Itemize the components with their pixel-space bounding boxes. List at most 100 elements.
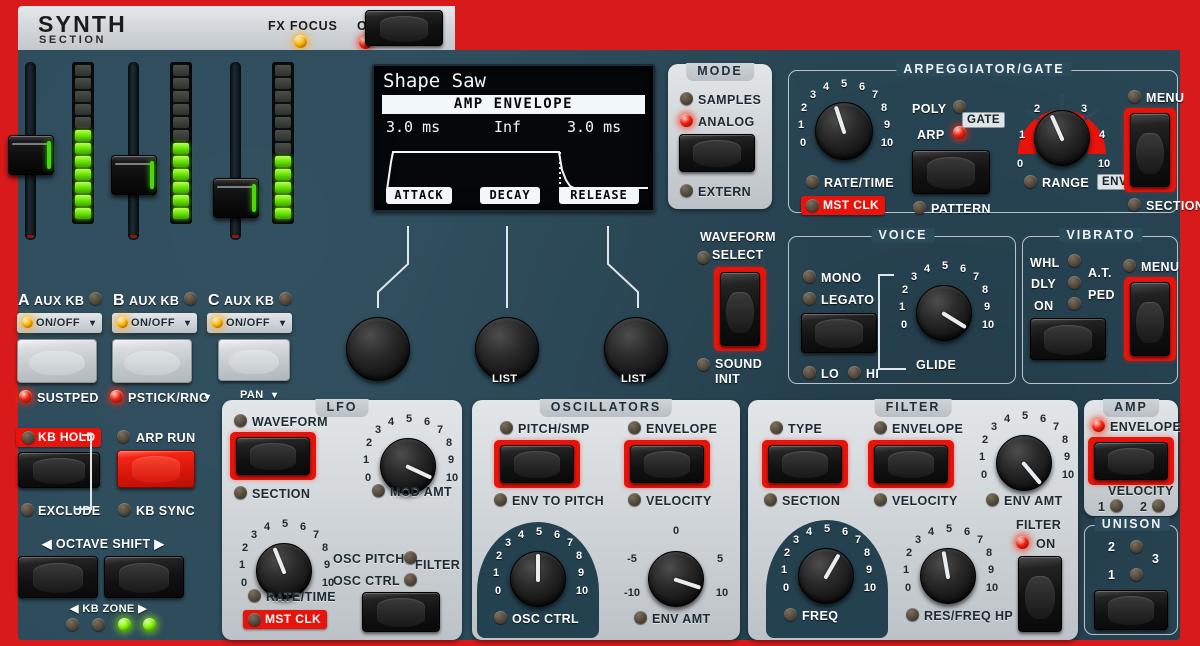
chevron-down-icon: ▾ [205, 392, 210, 403]
mode-button[interactable] [679, 134, 755, 172]
fader-b-cap[interactable] [111, 155, 157, 195]
sound-init-led [697, 358, 710, 371]
fader-a-cap[interactable] [8, 135, 54, 175]
aux-kb-a-onoff-button[interactable]: ON/OFF ▾ [17, 313, 102, 333]
sustped-led [19, 390, 32, 403]
osc-envelope-label: ENVELOPE [646, 422, 717, 436]
kb-zone-label: ◀ KB ZONE ▶ [70, 602, 147, 615]
glide-knob[interactable] [916, 285, 972, 341]
lfo-osc-ctrl-led [404, 573, 417, 586]
unison-button[interactable] [1094, 590, 1168, 630]
analog-led [680, 114, 693, 127]
aux-kb-b-onoff-button[interactable]: ON/OFF ▾ [112, 313, 197, 333]
amp-velocity-led-2 [1152, 499, 1165, 512]
lcd-release-tag: RELEASE [559, 187, 639, 204]
filter-res-knob[interactable] [920, 548, 976, 604]
filter-res-label: RES/FREQ HP [924, 609, 1013, 623]
synth-panel: SYNTH SECTION FX FOCUS ON A AUX KB ON/OF… [0, 0, 1200, 646]
octave-shift-label: ◀ OCTAVE SHIFT ▶ [42, 536, 164, 551]
osc-pitch-smp-label: PITCH/SMP [518, 422, 590, 436]
filter-envelope-button[interactable] [874, 445, 948, 483]
osc-env-amt-label: ENV AMT [652, 612, 711, 626]
aux-kb-c-onoff-label: ON/OFF [226, 317, 270, 329]
osc-ctrl-knob[interactable] [510, 551, 566, 607]
poly-label: POLY [912, 102, 947, 116]
kb-sync-led [118, 503, 131, 516]
arp-menu-label: MENU [1146, 91, 1184, 105]
voice-button[interactable] [801, 313, 877, 353]
lcd-attack-value: 3.0 ms [386, 118, 440, 136]
aux-kb-c-onoff-button[interactable]: ON/OFF ▾ [207, 313, 292, 333]
arp-section-label: SECTION [1146, 199, 1200, 213]
filter-envelope-label: ENVELOPE [892, 422, 963, 436]
fader-b-slot[interactable] [128, 62, 139, 240]
pattern-button[interactable] [912, 150, 990, 194]
unison-option-2: 2 [1108, 540, 1115, 554]
filter-freq-led [784, 608, 797, 621]
arp-run-button[interactable] [117, 450, 195, 488]
kb-hold-button[interactable] [18, 452, 100, 488]
lfo-destination-button[interactable] [362, 592, 440, 632]
osc-env-to-pitch-led [494, 493, 507, 506]
meter-a [72, 62, 94, 224]
waveform-line1: WAVEFORM [700, 230, 776, 244]
attack-encoder[interactable] [346, 317, 410, 381]
lfo-waveform-button[interactable] [236, 437, 310, 475]
arrow-right-icon: ▶ [138, 603, 147, 615]
meter-c [272, 62, 294, 224]
legato-led [803, 292, 816, 305]
octave-shift-up-button[interactable] [104, 556, 184, 598]
amp-velocity-label: VELOCITY [1108, 484, 1174, 498]
arpeggiator-title: ARPEGGIATOR/GATE [896, 62, 1071, 76]
osc-velocity-label: VELOCITY [646, 494, 712, 508]
vibrato-menu-button[interactable] [1130, 282, 1170, 356]
lcd-attack-tag: ATTACK [386, 187, 452, 204]
filter-on-button[interactable] [1018, 556, 1062, 632]
aux-kb-b-led [184, 292, 197, 305]
filter-freq-knob[interactable] [798, 548, 854, 604]
release-encoder[interactable] [604, 317, 668, 381]
aux-kb-b-button[interactable] [112, 339, 192, 383]
hi-led [848, 366, 861, 379]
lcd-title: Shape Saw [383, 70, 486, 92]
range-led [1024, 175, 1037, 188]
decay-encoder[interactable] [475, 317, 539, 381]
arp-rate-time-led [806, 175, 819, 188]
mono-led [803, 270, 816, 283]
fader-c-cap[interactable] [213, 178, 259, 218]
vibrato-button[interactable] [1030, 318, 1106, 360]
unison-title: UNISON [1095, 517, 1170, 531]
header-red-area [455, 6, 1180, 50]
range-knob[interactable] [1034, 110, 1090, 166]
pattern-led [913, 201, 926, 214]
extern-led [680, 184, 693, 197]
octave-shift-down-button[interactable] [18, 556, 98, 598]
aux-kb-a-led [89, 292, 102, 305]
osc-envelope-button[interactable] [630, 445, 704, 483]
filter-on-line1: FILTER [1016, 518, 1061, 532]
fx-focus-label: FX FOCUS [268, 19, 338, 33]
release-encoder-label: LIST [621, 373, 646, 385]
lfo-osc-pitch-label: OSC PITCH [333, 552, 405, 566]
waveform-select-button[interactable] [720, 272, 760, 346]
kb-sync-label: KB SYNC [136, 504, 195, 518]
filter-env-amt-knob[interactable] [996, 435, 1052, 491]
osc-pitch-smp-button[interactable] [500, 445, 574, 483]
arp-rate-time-knob[interactable] [815, 102, 873, 160]
vibrato-menu-led [1123, 259, 1136, 272]
filter-envelope-led [874, 421, 887, 434]
arp-menu-led [1128, 90, 1141, 103]
filter-type-button[interactable] [768, 445, 842, 483]
aux-kb-c-button[interactable] [218, 339, 290, 381]
arp-label: ARP [917, 128, 945, 142]
amp-envelope-button[interactable] [1094, 442, 1168, 480]
on-button[interactable] [365, 10, 443, 46]
dly-led [1068, 276, 1081, 289]
osc-env-amt-knob[interactable] [648, 551, 704, 607]
vib-on-led [1068, 297, 1081, 310]
unison-option-1: 1 [1108, 568, 1115, 582]
lcd-display[interactable]: Shape Saw AMP ENVELOPE 3.0 ms Inf 3.0 ms… [372, 64, 655, 212]
arp-menu-button[interactable] [1130, 113, 1170, 187]
arrow-left-icon: ◀ [70, 603, 79, 615]
aux-kb-a-button[interactable] [17, 339, 97, 383]
